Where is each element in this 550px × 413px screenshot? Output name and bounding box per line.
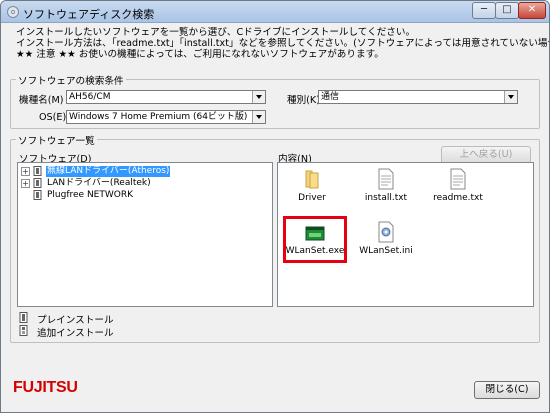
file-name: readme.txt	[433, 193, 483, 203]
legend-additional-label: 追加インストール	[37, 328, 114, 339]
chevron-down-icon	[504, 91, 517, 103]
settings-file-icon	[378, 221, 394, 243]
highlight-frame	[283, 216, 347, 263]
close-window-button[interactable]: ✕	[518, 2, 546, 19]
file-name: install.txt	[364, 193, 408, 203]
model-label: 機種名(M)	[19, 95, 64, 106]
type-label: 種別(K)	[287, 95, 320, 106]
additional-install-icon	[19, 325, 28, 336]
folder-icon	[305, 170, 319, 189]
os-select[interactable]: Windows 7 Home Premium (64ビット版)	[66, 110, 266, 124]
instruction-line-1: インストールしたいソフトウェアを一覧から選び、Cドライブにインストールしてくださ…	[16, 27, 416, 38]
preinstall-icon	[33, 178, 42, 188]
model-select[interactable]: AH56/CM	[66, 90, 266, 104]
instructions: インストールしたいソフトウェアを一覧から選び、Cドライブにインストールしてくださ…	[16, 27, 550, 60]
tree-item-label: Plugfree NETWORK	[47, 190, 134, 200]
text-file-icon	[378, 168, 394, 190]
search-conditions-legend: ソフトウェアの検索条件	[16, 73, 126, 87]
fujitsu-logo: FUJITSU	[13, 379, 78, 396]
software-list-legend: ソフトウェア一覧	[16, 133, 97, 147]
model-select-value: AH56/CM	[69, 92, 111, 102]
instruction-line-2: インストール方法は、「readme.txt」「install.txt」などを参照…	[16, 38, 550, 49]
file-readme-txt[interactable]: readme.txt	[428, 168, 488, 218]
close-button[interactable]: 閉じる(C)	[474, 381, 540, 399]
preinstall-icon	[33, 166, 42, 176]
text-file-icon	[450, 168, 466, 190]
expand-icon[interactable]: +	[21, 167, 30, 176]
chevron-down-icon	[252, 91, 265, 103]
file-wlanset-ini[interactable]: WLanSet.ini	[356, 221, 416, 271]
preinstall-icon	[19, 312, 28, 323]
file-name: Driver	[298, 193, 326, 203]
preinstall-icon	[33, 190, 42, 200]
tree-item-atheros[interactable]: + 無線LANドライバー(Atheros)	[21, 166, 271, 177]
instruction-line-3: ★★ 注意 ★★ お使いの機種によっては、ご利用になれないソフトウェアがあります…	[16, 49, 384, 60]
tree-item-plugfree[interactable]: Plugfree NETWORK	[21, 190, 271, 201]
tree-item-label: LANドライバー(Realtek)	[47, 178, 151, 188]
software-tree[interactable]: + 無線LANドライバー(Atheros) + LANドライバー(Realtek…	[17, 162, 273, 307]
minimize-button[interactable]: ─	[472, 2, 496, 19]
maximize-button[interactable]: □	[495, 2, 519, 19]
type-select[interactable]: 通信	[318, 90, 518, 104]
disc-icon	[7, 6, 19, 18]
file-driver[interactable]: Driver	[282, 168, 342, 218]
legend-preinstall-label: プレインストール	[37, 315, 114, 326]
os-label: OS(E)	[39, 112, 67, 123]
os-select-value: Windows 7 Home Premium (64ビット版)	[69, 112, 248, 122]
expand-icon[interactable]: +	[21, 179, 30, 188]
tree-item-label: 無線LANドライバー(Atheros)	[46, 166, 171, 177]
title-bar[interactable]: ソフトウェアディスク検索 ─ □ ✕	[1, 1, 549, 23]
file-name: WLanSet.ini	[359, 246, 413, 256]
tree-item-realtek[interactable]: + LANドライバー(Realtek)	[21, 178, 271, 189]
type-select-value: 通信	[321, 92, 340, 102]
file-install-txt[interactable]: install.txt	[356, 168, 416, 218]
window-title: ソフトウェアディスク検索	[23, 8, 155, 21]
software-disk-search-window: ソフトウェアディスク検索 ─ □ ✕ インストールしたいソフトウェアを一覧から選…	[0, 0, 550, 413]
chevron-down-icon	[252, 111, 265, 123]
